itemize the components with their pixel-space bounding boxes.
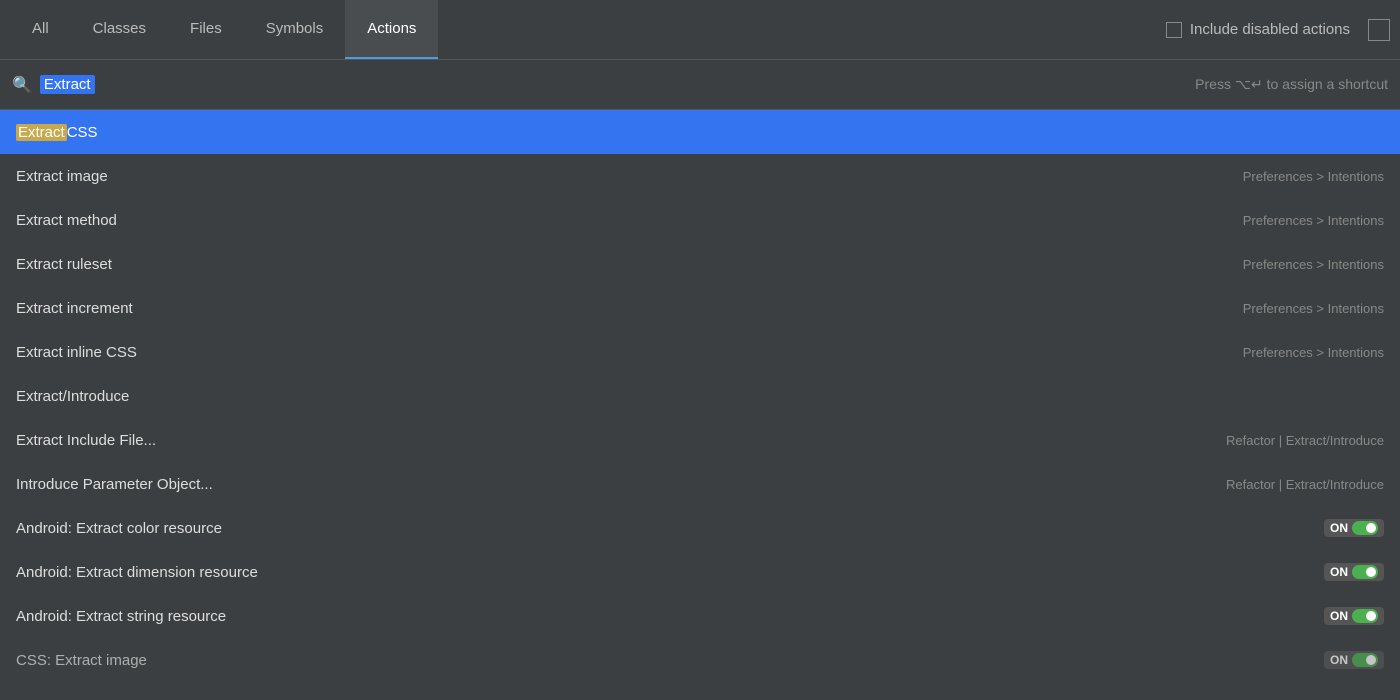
toggle-on-label-13: ON <box>1330 653 1348 667</box>
item-category-9: Refactor | Extract/Introduce <box>1226 477 1384 492</box>
item-label-7: Extract/Introduce <box>16 388 1384 405</box>
item-label-12: Android: Extract string resource <box>16 608 1324 625</box>
toggle-switch-11[interactable] <box>1352 565 1378 579</box>
include-disabled-label: Include disabled actions <box>1190 21 1350 38</box>
result-item-11[interactable]: Android: Extract dimension resource ON <box>0 550 1400 594</box>
item-label-11: Android: Extract dimension resource <box>16 564 1324 581</box>
main-container: All Classes Files Symbols Actions Includ… <box>0 0 1400 700</box>
item-category-4: Preferences > Intentions <box>1243 257 1384 272</box>
item-category-3: Preferences > Intentions <box>1243 213 1384 228</box>
result-item-12[interactable]: Android: Extract string resource ON <box>0 594 1400 638</box>
search-icon: 🔍 <box>12 75 32 95</box>
toggle-switch-12[interactable] <box>1352 609 1378 623</box>
search-highlight: Extract <box>40 75 95 94</box>
toggle-11[interactable]: ON <box>1324 563 1384 581</box>
include-disabled-area[interactable]: Include disabled actions <box>1166 19 1390 41</box>
result-item-1[interactable]: Extract CSS <box>0 110 1400 154</box>
window-expand-button[interactable] <box>1368 19 1390 41</box>
item-label-2: Extract image <box>16 168 1243 185</box>
result-item-9[interactable]: Introduce Parameter Object... Refactor |… <box>0 462 1400 506</box>
item-label-9: Introduce Parameter Object... <box>16 476 1226 493</box>
tab-all[interactable]: All <box>10 0 71 59</box>
item-category-6: Preferences > Intentions <box>1243 345 1384 360</box>
item-label-1: Extract CSS <box>16 124 1384 141</box>
search-input[interactable]: Extract <box>40 75 95 94</box>
toggle-on-label-10: ON <box>1330 521 1348 535</box>
result-item-5[interactable]: Extract increment Preferences > Intentio… <box>0 286 1400 330</box>
tab-actions[interactable]: Actions <box>345 0 438 59</box>
result-item-3[interactable]: Extract method Preferences > Intentions <box>0 198 1400 242</box>
item-category-2: Preferences > Intentions <box>1243 169 1384 184</box>
toggle-switch-10[interactable] <box>1352 521 1378 535</box>
result-item-13[interactable]: CSS: Extract image ON <box>0 638 1400 682</box>
toggle-on-label-12: ON <box>1330 609 1348 623</box>
item-highlight-1: Extract <box>16 124 67 141</box>
item-label-10: Android: Extract color resource <box>16 520 1324 537</box>
item-label-5: Extract increment <box>16 300 1243 317</box>
result-item-6[interactable]: Extract inline CSS Preferences > Intenti… <box>0 330 1400 374</box>
toggle-on-label-11: ON <box>1330 565 1348 579</box>
item-category-13: ON <box>1324 651 1384 669</box>
include-disabled-checkbox[interactable] <box>1166 22 1182 38</box>
toggle-10[interactable]: ON <box>1324 519 1384 537</box>
toggle-13[interactable]: ON <box>1324 651 1384 669</box>
tab-bar: All Classes Files Symbols Actions Includ… <box>0 0 1400 60</box>
toggle-12[interactable]: ON <box>1324 607 1384 625</box>
result-item-10[interactable]: Android: Extract color resource ON <box>0 506 1400 550</box>
item-category-12: ON <box>1324 607 1384 625</box>
tab-classes[interactable]: Classes <box>71 0 168 59</box>
result-item-8[interactable]: Extract Include File... Refactor | Extra… <box>0 418 1400 462</box>
tab-list: All Classes Files Symbols Actions <box>10 0 438 59</box>
item-label-8: Extract Include File... <box>16 432 1226 449</box>
results-list: Extract CSS Extract image Preferences > … <box>0 110 1400 700</box>
tab-symbols[interactable]: Symbols <box>244 0 346 59</box>
item-category-8: Refactor | Extract/Introduce <box>1226 433 1384 448</box>
item-label-3: Extract method <box>16 212 1243 229</box>
item-label-6: Extract inline CSS <box>16 344 1243 361</box>
item-label-4: Extract ruleset <box>16 256 1243 273</box>
item-category-5: Preferences > Intentions <box>1243 301 1384 316</box>
item-category-11: ON <box>1324 563 1384 581</box>
result-item-2[interactable]: Extract image Preferences > Intentions <box>0 154 1400 198</box>
search-bar: 🔍 Extract Press ⌥↵ to assign a shortcut <box>0 60 1400 110</box>
item-category-10: ON <box>1324 519 1384 537</box>
result-item-7[interactable]: Extract/Introduce <box>0 374 1400 418</box>
toggle-switch-13[interactable] <box>1352 653 1378 667</box>
result-item-4[interactable]: Extract ruleset Preferences > Intentions <box>0 242 1400 286</box>
shortcut-hint: Press ⌥↵ to assign a shortcut <box>1195 76 1388 93</box>
tab-files[interactable]: Files <box>168 0 244 59</box>
item-label-13: CSS: Extract image <box>16 652 1324 669</box>
